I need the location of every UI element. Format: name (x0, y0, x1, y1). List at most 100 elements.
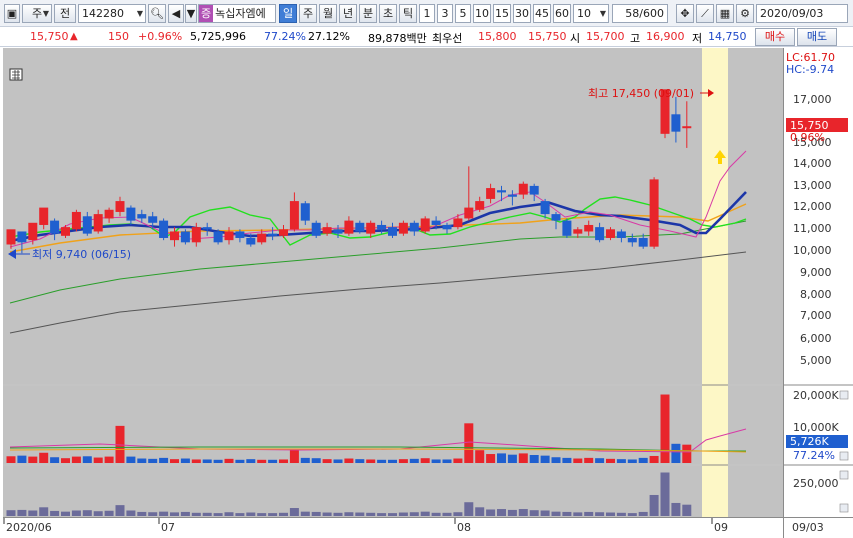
candle[interactable] (28, 222, 38, 241)
amount-bar[interactable] (453, 512, 463, 516)
candle[interactable] (431, 220, 441, 225)
amount-bar[interactable] (17, 509, 27, 516)
candle[interactable] (627, 237, 637, 243)
volume-bar[interactable] (475, 450, 485, 463)
amount-bar[interactable] (71, 510, 81, 516)
amount-bar[interactable] (148, 512, 158, 516)
amount-bar[interactable] (377, 513, 387, 516)
volume-bar[interactable] (28, 456, 38, 463)
volume-bar[interactable] (638, 457, 648, 463)
volume-bar[interactable] (431, 459, 441, 463)
volume-bar[interactable] (300, 457, 310, 463)
amount-bar[interactable] (202, 512, 212, 516)
amount-bar[interactable] (61, 511, 70, 516)
volume-bar[interactable] (355, 459, 365, 463)
volume-bar[interactable] (442, 459, 452, 463)
volume-bar[interactable] (573, 458, 583, 463)
amount-bar[interactable] (518, 509, 528, 516)
amount-bar[interactable] (289, 508, 299, 516)
volume-bar[interactable] (540, 455, 550, 463)
volume-bar[interactable] (595, 458, 605, 463)
candle[interactable] (17, 231, 27, 243)
amount-bar[interactable] (507, 509, 517, 516)
candle[interactable] (355, 222, 365, 232)
amount-bar[interactable] (180, 511, 190, 516)
amount-bar[interactable] (50, 510, 60, 516)
amount-bar[interactable] (398, 512, 408, 516)
candle[interactable] (398, 222, 408, 234)
count-button-3[interactable]: 3 (437, 4, 453, 23)
count-button-1[interactable]: 1 (419, 4, 435, 23)
candle[interactable] (388, 227, 397, 236)
candle[interactable] (50, 220, 60, 234)
amount-bar[interactable] (649, 494, 659, 516)
amount-bar[interactable] (28, 510, 38, 516)
volume-bar[interactable] (497, 453, 506, 463)
period-tab-minute[interactable]: 분 (359, 4, 377, 23)
candle[interactable] (616, 231, 626, 238)
volume-bar[interactable] (649, 455, 659, 463)
volume-bar[interactable] (39, 452, 49, 463)
volume-bar[interactable] (126, 456, 136, 463)
amount-bar[interactable] (366, 512, 376, 516)
volume-bar[interactable] (584, 457, 594, 463)
amount-bar[interactable] (104, 510, 114, 516)
candle[interactable] (61, 227, 70, 236)
candle[interactable] (595, 227, 605, 241)
count-button-45[interactable]: 45 (533, 4, 551, 23)
volume-bar[interactable] (104, 456, 114, 463)
count-select[interactable]: 10 ▼ (573, 4, 609, 23)
amount-bar[interactable] (126, 510, 136, 516)
period-tab-second[interactable]: 초 (379, 4, 397, 23)
volume-bar[interactable] (322, 459, 332, 463)
volume-bar[interactable] (388, 459, 397, 463)
candle[interactable] (279, 229, 288, 236)
count-button-60[interactable]: 60 (553, 4, 571, 23)
candle[interactable] (497, 190, 506, 193)
volume-bar[interactable] (507, 454, 517, 463)
candle[interactable] (289, 201, 299, 230)
candle[interactable] (682, 126, 692, 129)
amount-bar[interactable] (170, 512, 179, 516)
volume-bar[interactable] (224, 458, 234, 463)
volume-bar[interactable] (93, 457, 103, 463)
volume-bar[interactable] (333, 459, 343, 463)
amount-scroll-down-icon[interactable] (839, 503, 849, 513)
amount-bar[interactable] (486, 509, 496, 516)
volume-bar[interactable] (82, 456, 92, 463)
candle[interactable] (540, 201, 550, 215)
prev-button[interactable]: 전 (54, 4, 76, 23)
amount-bar[interactable] (300, 511, 310, 516)
candle[interactable] (573, 229, 583, 234)
volume-bar[interactable] (61, 458, 70, 463)
amount-bar[interactable] (6, 510, 16, 516)
volume-bar[interactable] (170, 459, 179, 463)
volume-bar[interactable] (551, 457, 561, 463)
amount-bar[interactable] (606, 512, 615, 516)
amount-bar[interactable] (464, 502, 474, 516)
buy-button[interactable]: 매수 (755, 28, 795, 46)
grid-icon[interactable]: ▦ (716, 4, 734, 23)
candle[interactable] (246, 237, 256, 245)
count-button-30[interactable]: 30 (513, 4, 531, 23)
volume-bar[interactable] (191, 459, 201, 463)
candle[interactable] (606, 229, 615, 238)
amount-bar[interactable] (213, 513, 223, 516)
amount-bar[interactable] (638, 511, 648, 516)
period-tab-month[interactable]: 월 (319, 4, 337, 23)
candle[interactable] (6, 229, 16, 245)
amount-scroll-up-icon[interactable] (839, 470, 849, 480)
amount-bar[interactable] (627, 513, 637, 516)
stock-code-input[interactable]: 142280 ▼ (78, 4, 146, 23)
candle[interactable] (529, 185, 539, 195)
amount-bar[interactable] (224, 512, 234, 516)
candle[interactable] (518, 183, 528, 195)
candle[interactable] (507, 194, 517, 197)
amount-bar[interactable] (115, 505, 125, 516)
volume-bar[interactable] (71, 456, 81, 463)
volume-bar[interactable] (398, 459, 408, 463)
volume-bar[interactable] (518, 453, 528, 463)
amount-bar[interactable] (682, 504, 692, 516)
candle[interactable] (104, 209, 114, 219)
amount-bar[interactable] (595, 512, 605, 516)
